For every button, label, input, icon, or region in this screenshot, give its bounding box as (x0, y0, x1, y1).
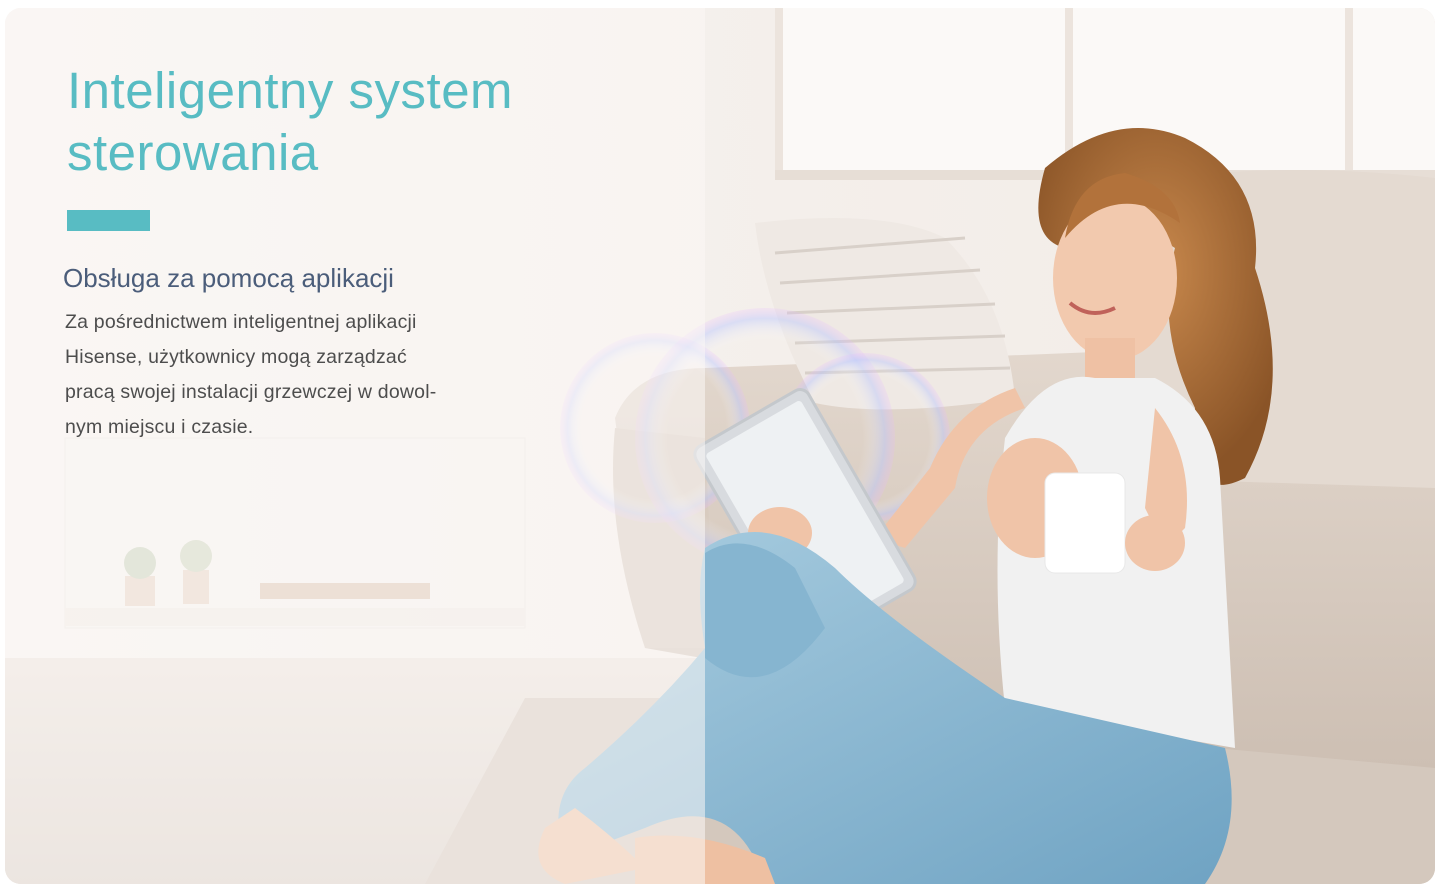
page-title: Inteligentny system sterowania (67, 60, 587, 184)
hero-banner: Inteligentny system sterowania Obsługa z… (5, 8, 1435, 884)
description-text: Za pośrednictwem inteligentnej aplikacji… (65, 305, 525, 445)
description-line-1: Za pośrednictwem inteligentnej aplikacji (65, 311, 417, 333)
section-subtitle: Obsługa za pomocą aplikacji (63, 263, 394, 293)
accent-divider (67, 210, 150, 231)
description-line-3: pracą swojej instalacji grzewczej w dowo… (65, 381, 437, 403)
hero-text-block: Inteligentny system sterowania Obsługa z… (63, 60, 587, 445)
title-line-2: sterowania (67, 124, 319, 181)
description-line-2: Hisense, użytkownicy mogą zarządzać (65, 346, 407, 368)
title-line-1: Inteligentny system (67, 62, 514, 119)
description-line-4: nym miejscu i czasie. (65, 416, 254, 438)
